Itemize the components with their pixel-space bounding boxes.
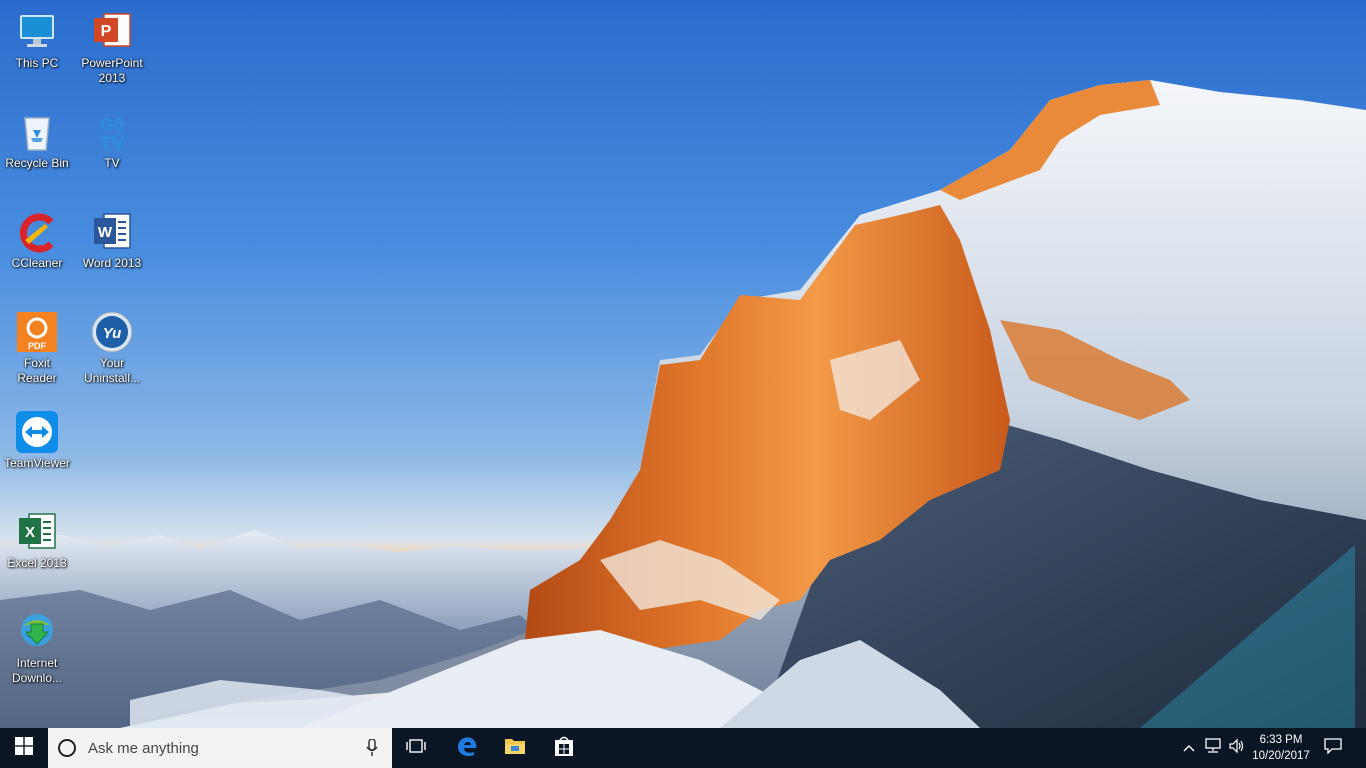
teamviewer-icon <box>15 410 59 454</box>
desktop-icon-powerpoint[interactable]: P PowerPoint 2013 <box>76 4 148 96</box>
desktop-icon-tv[interactable]: Gõ TV TV <box>76 104 148 196</box>
edge-taskbar-button[interactable] <box>443 728 491 768</box>
microphone-icon[interactable] <box>366 738 378 762</box>
action-center-button[interactable] <box>1318 728 1348 768</box>
icon-label: Word 2013 <box>82 256 142 270</box>
task-view-icon <box>405 738 427 759</box>
wallpaper-image <box>0 0 1366 728</box>
desktop-icon-ccleaner[interactable]: CCleaner <box>1 204 73 296</box>
desktop-icon-internet-download-manager[interactable]: Internet Downlo... <box>1 604 73 696</box>
icon-label: Excel 2013 <box>7 556 67 570</box>
ccleaner-icon <box>15 210 59 254</box>
svg-text:PDF: PDF <box>28 341 47 351</box>
task-view-button[interactable] <box>392 728 440 768</box>
desktop-icon-teamviewer[interactable]: TeamViewer <box>1 404 73 496</box>
chevron-up-icon <box>1183 739 1195 757</box>
icon-label: TeamViewer <box>4 456 70 470</box>
svg-text:TV: TV <box>100 134 125 154</box>
taskbar: 6:33 PM 10/20/2017 <box>0 728 1366 768</box>
word-icon: W <box>90 210 134 254</box>
excel-icon: X <box>15 510 59 554</box>
svg-text:Gõ: Gõ <box>100 115 124 134</box>
cortana-icon <box>58 739 76 757</box>
volume-icon <box>1228 738 1246 759</box>
desktop-icon-excel[interactable]: X Excel 2013 <box>1 504 73 596</box>
desktop[interactable]: This PC P PowerPoint 2013 Recycle Bin Gõ… <box>0 0 1366 728</box>
show-hidden-icons-button[interactable] <box>1178 728 1200 768</box>
icon-label: Foxit Reader <box>17 356 57 385</box>
desktop-icon-foxit-reader[interactable]: PDF Foxit Reader <box>1 304 73 396</box>
start-button[interactable] <box>0 728 48 768</box>
store-icon <box>554 735 574 762</box>
windows-logo-icon <box>15 736 33 760</box>
desktop-icon-word[interactable]: W Word 2013 <box>76 204 148 296</box>
file-explorer-icon <box>504 736 526 761</box>
your-uninstaller-icon: Yu <box>90 310 134 354</box>
icon-label: Recycle Bin <box>5 156 69 170</box>
svg-text:P: P <box>101 23 112 40</box>
edge-icon <box>456 735 478 762</box>
icon-label: PowerPoint 2013 <box>81 56 143 85</box>
clock[interactable]: 6:33 PM 10/20/2017 <box>1248 732 1314 764</box>
icon-label: Your Uninstall... <box>83 356 141 385</box>
network-icon <box>1204 737 1222 759</box>
svg-text:W: W <box>98 224 113 241</box>
volume-button[interactable] <box>1225 728 1249 768</box>
foxit-reader-icon: PDF <box>15 310 59 354</box>
icon-label: TV <box>104 156 120 170</box>
icon-label: Internet Downlo... <box>11 656 63 685</box>
computer-icon <box>15 10 59 54</box>
search-input[interactable] <box>86 738 360 758</box>
recycle-bin-icon <box>15 110 59 154</box>
svg-text:X: X <box>25 524 35 541</box>
clock-date: 10/20/2017 <box>1252 750 1310 762</box>
svg-text:Yu: Yu <box>103 325 122 342</box>
desktop-icon-this-pc[interactable]: This PC <box>1 4 73 96</box>
desktop-icon-recycle-bin[interactable]: Recycle Bin <box>1 104 73 196</box>
search-box[interactable] <box>48 728 392 768</box>
file-explorer-taskbar-button[interactable] <box>491 728 539 768</box>
icon-label: CCleaner <box>11 256 63 270</box>
gotv-icon: Gõ TV <box>90 110 134 155</box>
network-button[interactable] <box>1201 728 1225 768</box>
action-center-icon <box>1324 737 1342 759</box>
icon-label: This PC <box>15 56 59 70</box>
desktop-icon-your-uninstaller[interactable]: Yu Your Uninstall... <box>76 304 148 396</box>
powerpoint-icon: P <box>90 10 134 54</box>
internet-download-manager-icon <box>15 610 59 654</box>
clock-time: 6:33 PM <box>1259 734 1303 746</box>
store-taskbar-button[interactable] <box>540 728 588 768</box>
